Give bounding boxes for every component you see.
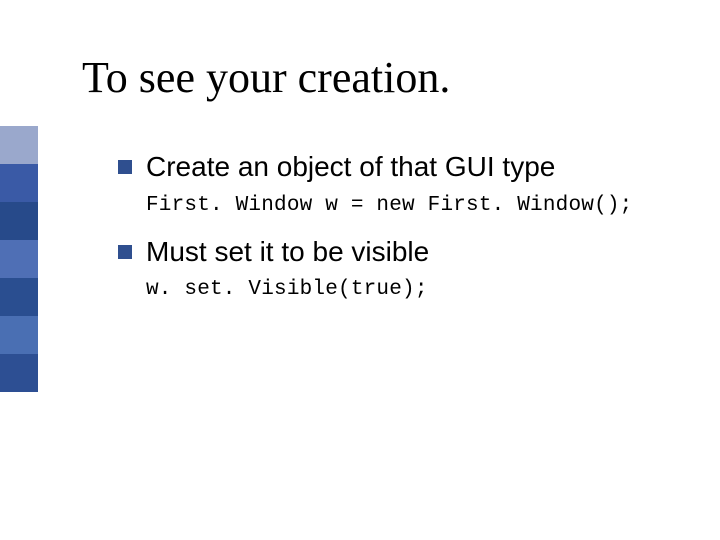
bullet-text: Must set it to be visible xyxy=(146,235,429,269)
sidebar-block xyxy=(0,202,38,240)
list-item: Must set it to be visible w. set. Visibl… xyxy=(118,235,678,302)
bullet-text: Create an object of that GUI type xyxy=(146,150,555,184)
decorative-sidebar xyxy=(0,126,38,392)
list-item: Create an object of that GUI type First.… xyxy=(118,150,678,217)
slide: To see your creation. Create an object o… xyxy=(0,0,720,540)
sidebar-block xyxy=(0,126,38,164)
sidebar-block xyxy=(0,240,38,278)
square-bullet-icon xyxy=(118,245,132,259)
bullet-row: Must set it to be visible xyxy=(118,235,678,269)
sidebar-block xyxy=(0,164,38,202)
square-bullet-icon xyxy=(118,160,132,174)
bullet-row: Create an object of that GUI type xyxy=(118,150,678,184)
slide-content: Create an object of that GUI type First.… xyxy=(118,150,678,319)
slide-title: To see your creation. xyxy=(82,54,450,102)
sidebar-block xyxy=(0,354,38,392)
code-line: First. Window w = new First. Window(); xyxy=(146,194,678,217)
sidebar-block xyxy=(0,316,38,354)
sidebar-block xyxy=(0,278,38,316)
code-line: w. set. Visible(true); xyxy=(146,278,678,301)
